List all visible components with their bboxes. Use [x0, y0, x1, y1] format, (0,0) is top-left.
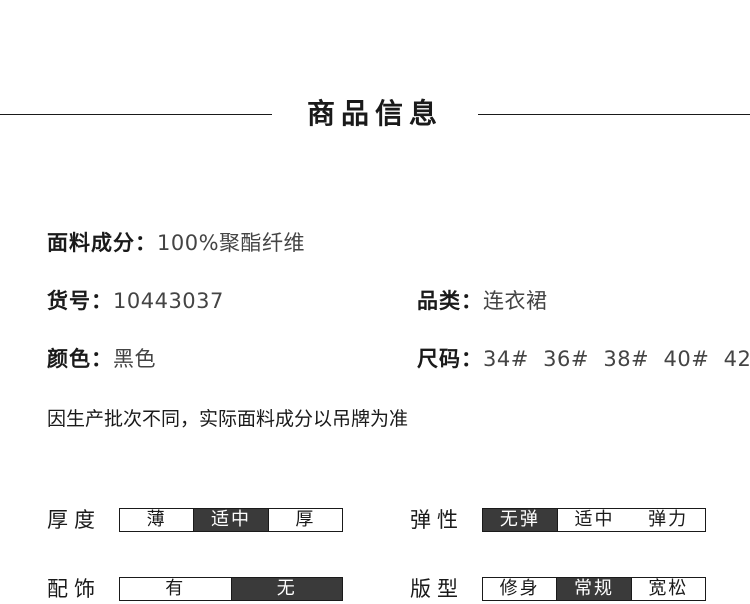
color-label: 颜色： [47, 347, 113, 371]
thickness-option: 厚 [267, 509, 342, 531]
composition-value: 100%聚酯纤维 [157, 231, 306, 255]
title-rule-left [0, 114, 272, 115]
title-rule-right [478, 114, 750, 115]
accessory-scale: 有 无 [119, 577, 343, 601]
size-label: 尺码： [417, 347, 483, 371]
category-value: 连衣裙 [483, 289, 548, 313]
fit-label: 版型 [410, 577, 464, 601]
color-value: 黑色 [113, 347, 156, 371]
size-row: 尺码：34# 36# 38# 40# 42# [417, 344, 750, 374]
elasticity-label: 弹性 [410, 508, 464, 532]
thickness-option: 薄 [120, 509, 194, 531]
elasticity-option: 弹力 [631, 509, 706, 531]
composition-note: 因生产批次不同，实际面料成分以吊牌为准 [47, 408, 409, 430]
item-no-row: 货号：10443037 [47, 286, 224, 316]
category-label: 品类： [417, 289, 483, 313]
thickness-option: 适中 [193, 509, 268, 531]
elasticity-option: 适中 [556, 509, 632, 531]
category-row: 品类：连衣裙 [417, 286, 548, 316]
fit-option: 修身 [483, 578, 557, 600]
item-no-value: 10443037 [113, 289, 224, 313]
item-no-label: 货号： [47, 289, 113, 313]
composition-row: 面料成分：100%聚酯纤维 [47, 228, 305, 258]
elasticity-scale: 无弹 适中 弹力 [482, 508, 706, 532]
fit-option: 宽松 [630, 578, 705, 600]
composition-label: 面料成分： [47, 231, 157, 255]
fit-option: 常规 [556, 578, 631, 600]
thickness-scale: 薄 适中 厚 [119, 508, 343, 532]
accessory-option: 有 [120, 578, 231, 600]
elasticity-option: 无弹 [483, 509, 557, 531]
color-row: 颜色：黑色 [47, 344, 156, 374]
accessory-option: 无 [230, 578, 342, 600]
section-title: 商品信息 [306, 97, 443, 130]
accessory-label: 配饰 [47, 577, 101, 601]
fit-scale: 修身 常规 宽松 [482, 577, 706, 601]
thickness-label: 厚度 [47, 508, 101, 532]
size-value: 34# 36# 38# 40# 42# [483, 347, 750, 371]
